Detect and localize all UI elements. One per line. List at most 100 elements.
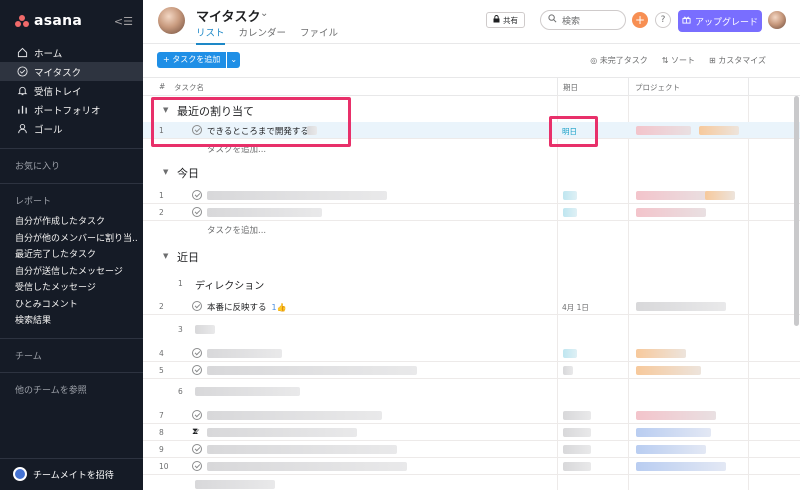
scrollbar-thumb[interactable] [794, 96, 799, 326]
redacted-date [563, 462, 591, 471]
redacted-project [636, 349, 686, 358]
task-row[interactable]: 10 [143, 458, 800, 475]
bell-icon [16, 85, 28, 97]
task-row[interactable]: 5 [143, 362, 800, 379]
redacted-task [207, 191, 387, 200]
sidebar-divider [0, 372, 143, 373]
share-button[interactable]: 共有 [486, 12, 525, 28]
browse-teams-link[interactable]: 他のチームを参照 [15, 383, 87, 396]
invite-teammates-button[interactable]: チームメイトを招待 [13, 467, 114, 481]
subsection-row[interactable]: 1 ディレクション [143, 272, 800, 296]
like-count[interactable]: 1👍 [272, 303, 287, 312]
due-date[interactable]: 4月 1日 [562, 302, 589, 313]
add-task-button-group: + タスクを追加 ⌄ [157, 52, 241, 68]
tab-files[interactable]: ファイル [300, 25, 338, 45]
complete-check-icon[interactable] [192, 461, 202, 471]
complete-check-icon[interactable] [192, 348, 202, 358]
column-task-name[interactable]: タスク名 [174, 82, 204, 93]
sort-button[interactable]: ⇅ ソート [662, 55, 695, 66]
task-row[interactable]: 1 [143, 187, 800, 204]
quick-add-button[interactable]: + [632, 12, 648, 28]
reports-list: 自分が作成したタスク 自分が他のメンバーに割り当... 最近完了したタスク 自分… [15, 214, 137, 330]
subsection-name[interactable]: ディレクション [195, 277, 264, 292]
sidebar-item-label: ポートフォリオ [34, 105, 101, 117]
report-item[interactable]: 最近完了したタスク [15, 247, 137, 264]
chevron-down-icon[interactable]: ⌄ [260, 8, 268, 19]
hourglass-icon[interactable]: ⧗ [192, 427, 202, 437]
account-avatar[interactable] [768, 11, 786, 29]
upgrade-button[interactable]: アップグレード [678, 10, 762, 32]
complete-check-icon[interactable] [192, 444, 202, 454]
task-row[interactable]: 2 [143, 204, 800, 221]
redacted-project [705, 191, 735, 200]
section-today[interactable]: ▼ 今日 [143, 161, 800, 183]
section-upcoming[interactable]: ▼ 近日 [143, 245, 800, 267]
report-item[interactable]: ひとみコメント [15, 297, 137, 314]
complete-check-icon[interactable] [192, 410, 202, 420]
sidebar-item-portfolios[interactable]: ポートフォリオ [0, 100, 143, 119]
report-item[interactable]: 自分が作成したタスク [15, 214, 137, 231]
sidebar-divider [0, 183, 143, 184]
task-row[interactable]: 9 [143, 441, 800, 458]
add-task-dropdown-icon[interactable]: ⌄ [227, 52, 241, 68]
upgrade-label: アップグレード [694, 17, 758, 28]
scrollbar[interactable] [792, 96, 800, 396]
tab-calendar[interactable]: カレンダー [239, 25, 287, 45]
tab-list[interactable]: リスト [196, 25, 225, 45]
section-title: 今日 [177, 167, 199, 180]
sidebar-item-inbox[interactable]: 受信トレイ [0, 81, 143, 100]
task-row[interactable]: 7 [143, 407, 800, 424]
team-label[interactable]: チーム [15, 349, 42, 362]
row-number: 2 [159, 208, 164, 217]
task-row[interactable]: 8 ⧗ [143, 424, 800, 441]
report-item[interactable]: 自分が他のメンバーに割り当... [15, 231, 137, 248]
favorites-label[interactable]: お気に入り [15, 159, 60, 172]
row-number: 7 [159, 411, 164, 420]
collapse-triangle-icon[interactable]: ▼ [163, 252, 168, 260]
subsection-row[interactable]: 6 [143, 380, 800, 404]
task-row[interactable]: 2 本番に反映する 1👍 4月 1日 [143, 298, 800, 315]
row-number: 8 [159, 428, 164, 437]
task-row[interactable]: 4 [143, 345, 800, 362]
redacted-task [207, 462, 407, 471]
reports-label[interactable]: レポート [15, 194, 51, 207]
customize-button[interactable]: ⊞ カスタマイズ [709, 55, 766, 66]
complete-check-icon[interactable] [192, 207, 202, 217]
sidebar-item-my-tasks[interactable]: マイタスク [0, 62, 143, 81]
incomplete-filter-button[interactable]: ◎ 未完了タスク [590, 55, 648, 66]
subsection-row[interactable]: 3 [143, 318, 800, 342]
report-item[interactable]: 検索結果 [15, 313, 137, 330]
sidebar-item-label: ホーム [34, 48, 63, 60]
redacted-project [699, 126, 739, 135]
search-input[interactable]: 検索 [540, 10, 626, 30]
check-circle-icon [16, 66, 28, 78]
redacted-project [636, 411, 716, 420]
add-task-button[interactable]: + タスクを追加 [157, 52, 227, 68]
task-name[interactable]: 本番に反映する 1👍 [207, 301, 287, 313]
column-separator [748, 78, 749, 95]
redacted-task [207, 445, 397, 454]
redacted-date [563, 349, 577, 358]
sidebar-divider [0, 148, 143, 149]
row-number: 10 [159, 462, 169, 471]
row-number: 2 [159, 302, 164, 311]
sidebar-item-goals[interactable]: ゴール [0, 119, 143, 138]
column-due[interactable]: 期日 [563, 82, 578, 93]
complete-check-icon[interactable] [192, 365, 202, 375]
sidebar-item-home[interactable]: ホーム [0, 43, 143, 62]
row-number: 3 [178, 325, 183, 334]
avatar[interactable] [158, 7, 185, 34]
redacted-project [636, 302, 726, 311]
column-project[interactable]: プロジェクト [635, 82, 680, 93]
collapse-sidebar-icon[interactable]: <☰ [114, 15, 133, 28]
complete-check-icon[interactable] [192, 301, 202, 311]
add-task-link[interactable]: タスクを追加... [207, 224, 266, 236]
row-number: 4 [159, 349, 164, 358]
row-number: 9 [159, 445, 164, 454]
complete-check-icon[interactable] [192, 190, 202, 200]
help-button[interactable]: ? [655, 12, 671, 28]
redacted-date [563, 366, 573, 375]
collapse-triangle-icon[interactable]: ▼ [163, 168, 168, 176]
report-item[interactable]: 受信したメッセージ [15, 280, 137, 297]
report-item[interactable]: 自分が送信したメッセージ [15, 264, 137, 281]
